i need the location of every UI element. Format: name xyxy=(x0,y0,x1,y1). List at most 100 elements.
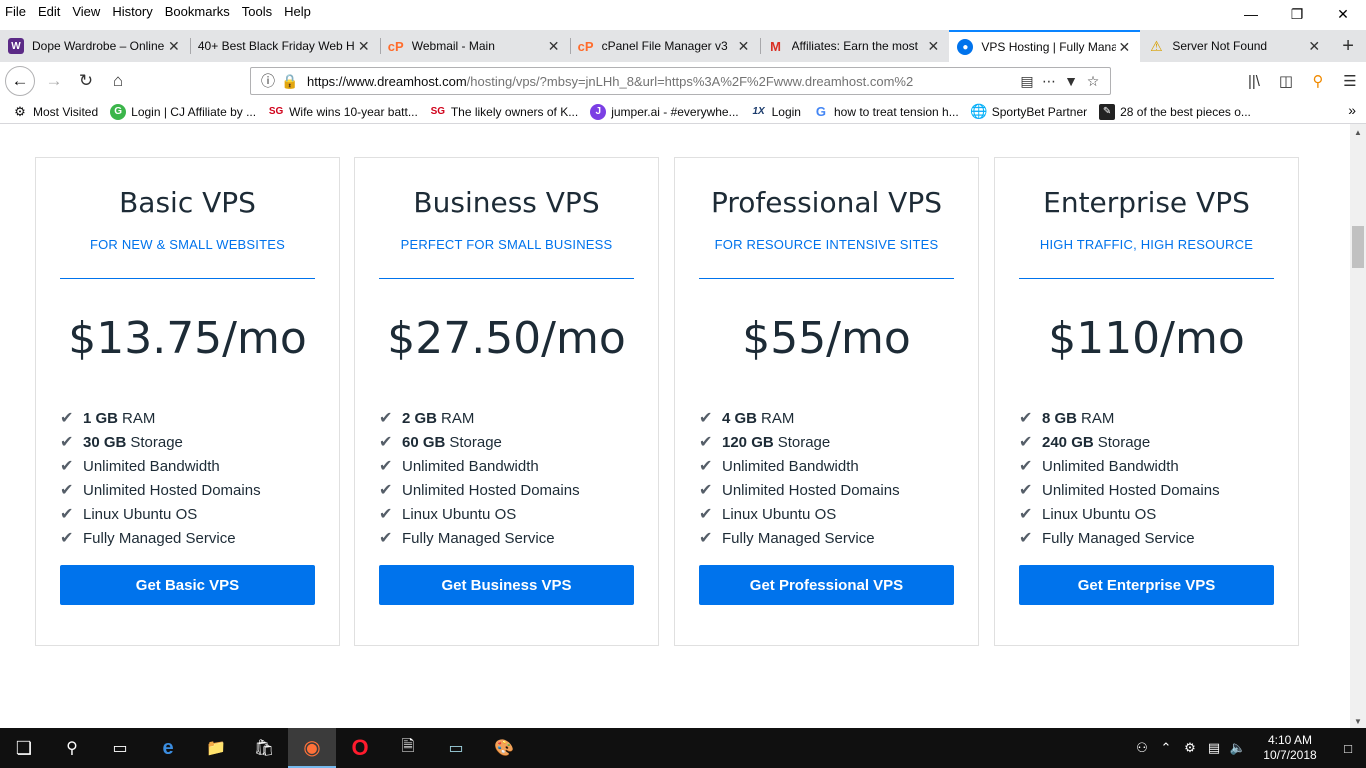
feature-bandwidth: ✔ Unlimited Bandwidth xyxy=(1019,454,1298,478)
bookmark-likely-owners[interactable]: SG The likely owners of K... xyxy=(430,104,579,120)
reader-view-icon[interactable]: ▤ xyxy=(1016,73,1038,90)
url-path: /hosting/vps/?mbsy=jnLHh_8&url=https%3A%… xyxy=(466,73,914,89)
get-business-vps-button[interactable]: Get Business VPS xyxy=(379,565,634,605)
close-tab-icon[interactable]: ✕ xyxy=(925,38,941,55)
tab-black-friday[interactable]: 40+ Best Black Friday Web H ✕ xyxy=(189,30,380,62)
menu-file[interactable]: File xyxy=(0,4,32,19)
hamburger-menu-icon[interactable]: ☰ xyxy=(1334,72,1366,90)
tab-title: Server Not Found xyxy=(1172,39,1268,53)
windows-start-icon[interactable]: ❏ xyxy=(0,728,48,768)
plan-price: $27.50/mo xyxy=(387,313,626,364)
chevron-right-icon[interactable]: » xyxy=(1348,102,1356,118)
tab-vps-hosting[interactable]: ● VPS Hosting | Fully Mana ✕ xyxy=(949,30,1141,62)
close-tab-icon[interactable]: ✕ xyxy=(1116,39,1132,56)
tab-server-not-found[interactable]: ⚠ Server Not Found ✕ xyxy=(1140,30,1330,62)
reload-icon[interactable]: ↻ xyxy=(70,65,102,97)
feature-domains: ✔ Unlimited Hosted Domains xyxy=(60,478,339,502)
network-icon[interactable]: ▤ xyxy=(1202,740,1226,756)
page-actions-icon[interactable]: ⋯ xyxy=(1038,73,1060,90)
plan-name: Business VPS xyxy=(413,186,600,219)
tab-title: VPS Hosting | Fully Mana xyxy=(981,40,1117,54)
get-professional-vps-button[interactable]: Get Professional VPS xyxy=(699,565,954,605)
minimize-icon[interactable]: — xyxy=(1228,0,1274,28)
home-icon[interactable]: ⌂ xyxy=(102,65,134,97)
restore-icon[interactable]: ❐ xyxy=(1274,0,1320,28)
tab-dope-wardrobe[interactable]: W Dope Wardrobe – Online ✕ xyxy=(0,30,190,62)
plan-name: Basic VPS xyxy=(119,186,256,219)
action-center-icon[interactable]: □ xyxy=(1330,741,1366,756)
chevron-up-icon[interactable]: ⌃ xyxy=(1154,740,1178,756)
feature-list: ✔ 2 GB RAM ✔ 60 GB Storage ✔ Unlimited Bandwi… xyxy=(379,406,658,550)
checkmark-icon: ✔ xyxy=(1019,530,1033,547)
firefox-icon[interactable]: ◉ xyxy=(288,728,336,768)
menu-edit[interactable]: Edit xyxy=(32,4,66,19)
url-host: https://www.dreamhost.com xyxy=(307,73,467,89)
feature-bandwidth: ✔ Unlimited Bandwidth xyxy=(379,454,658,478)
close-tab-icon[interactable]: ✕ xyxy=(356,38,372,55)
file-explorer-icon[interactable]: 📁 xyxy=(192,728,240,768)
opera-icon[interactable]: O xyxy=(336,728,384,768)
forward-arrow-icon[interactable]: → xyxy=(38,65,70,97)
scroll-down-icon[interactable]: ▼ xyxy=(1354,717,1362,726)
checkmark-icon: ✔ xyxy=(699,458,713,475)
tab-webmail[interactable]: cP Webmail - Main ✕ xyxy=(379,30,570,62)
bookmark-most-visited[interactable]: ⚙ Most Visited xyxy=(12,104,98,120)
get-enterprise-vps-button[interactable]: Get Enterprise VPS xyxy=(1019,565,1274,605)
url-bar[interactable]: ⓘ 🔒 https://www.dreamhost.com/hosting/vp… xyxy=(250,67,1111,95)
pocket-icon[interactable]: ▼ xyxy=(1060,73,1082,89)
store-icon[interactable]: 🛍 xyxy=(240,728,288,768)
feature-managed: ✔ Fully Managed Service xyxy=(379,526,658,550)
search-icon[interactable]: ⚲ xyxy=(48,728,96,768)
bookmark-best-pieces[interactable]: ✎ 28 of the best pieces o... xyxy=(1099,103,1251,120)
document-icon[interactable]: 🗎 xyxy=(384,728,432,768)
info-icon[interactable]: ⓘ xyxy=(257,71,279,91)
vertical-scrollbar[interactable]: ▲ ▼ xyxy=(1350,124,1366,728)
notes-icon[interactable]: ▭ xyxy=(432,728,480,768)
bookmark-1x-login[interactable]: 1X Login xyxy=(751,104,801,120)
warning-icon: ⚠ xyxy=(1150,37,1163,54)
feature-bandwidth: ✔ Unlimited Bandwidth xyxy=(699,454,978,478)
close-tab-icon[interactable]: ✕ xyxy=(166,38,182,55)
close-window-icon[interactable]: ✕ xyxy=(1320,0,1366,28)
bookmark-tension[interactable]: Ghow to treat tension h... xyxy=(813,104,959,120)
bookmark-jumper[interactable]: Jjumper.ai - #everywhe... xyxy=(590,103,739,120)
back-arrow-icon[interactable]: ← xyxy=(5,66,35,96)
feature-text: Linux Ubuntu OS xyxy=(722,505,837,523)
new-tab-icon[interactable]: + xyxy=(1330,30,1366,62)
people-icon[interactable]: ⚇ xyxy=(1130,740,1154,756)
menu-history[interactable]: History xyxy=(106,4,158,19)
scroll-up-icon[interactable]: ▲ xyxy=(1354,128,1362,137)
bookmark-wife-wins[interactable]: SG Wife wins 10-year batt... xyxy=(268,104,418,120)
close-tab-icon[interactable]: ✕ xyxy=(546,38,562,55)
bookmark-sportybet[interactable]: 🌐 SportyBet Partner xyxy=(970,103,1087,120)
bookmark-star-icon[interactable]: ☆ xyxy=(1082,73,1104,90)
ram-label: RAM xyxy=(1081,409,1115,427)
sidebar-icon[interactable]: ◫ xyxy=(1270,72,1302,90)
feature-bandwidth: ✔ Unlimited Bandwidth xyxy=(60,454,339,478)
menu-view[interactable]: View xyxy=(66,4,106,19)
menu-help[interactable]: Help xyxy=(278,4,317,19)
tab-affiliates[interactable]: M Affiliates: Earn the most ✕ xyxy=(759,30,950,62)
library-icon[interactable]: ||\ xyxy=(1238,73,1270,90)
scrollbar-thumb[interactable] xyxy=(1352,226,1364,268)
task-view-icon[interactable]: ▭ xyxy=(96,728,144,768)
menu-tools[interactable]: Tools xyxy=(236,4,278,19)
menu-bookmarks[interactable]: Bookmarks xyxy=(159,4,236,19)
feature-os: ✔ Linux Ubuntu OS xyxy=(60,502,339,526)
volume-icon[interactable]: 🔈 xyxy=(1226,740,1250,756)
paint-icon[interactable]: 🎨 xyxy=(480,728,528,768)
ram-label: RAM xyxy=(122,409,156,427)
edge-icon[interactable]: e xyxy=(144,728,192,768)
input-method-icon[interactable]: ⚙ xyxy=(1178,740,1202,756)
bookmark-cj-affiliate[interactable]: G Login | CJ Affiliate by ... xyxy=(110,103,256,120)
feature-os: ✔ Linux Ubuntu OS xyxy=(379,502,658,526)
feature-os: ✔ Linux Ubuntu OS xyxy=(1019,502,1298,526)
clock[interactable]: 4:10 AM 10/7/2018 xyxy=(1250,733,1330,763)
extension-key-icon[interactable]: ⚲ xyxy=(1302,72,1334,90)
tab-cpanel-file-manager[interactable]: cP cPanel File Manager v3 ✕ xyxy=(569,30,760,62)
get-basic-vps-button[interactable]: Get Basic VPS xyxy=(60,565,315,605)
url-text[interactable]: https://www.dreamhost.com/hosting/vps/?m… xyxy=(307,74,1016,89)
close-tab-icon[interactable]: ✕ xyxy=(1306,38,1322,55)
close-tab-icon[interactable]: ✕ xyxy=(736,38,752,55)
page-icon: ✎ xyxy=(1099,103,1116,120)
